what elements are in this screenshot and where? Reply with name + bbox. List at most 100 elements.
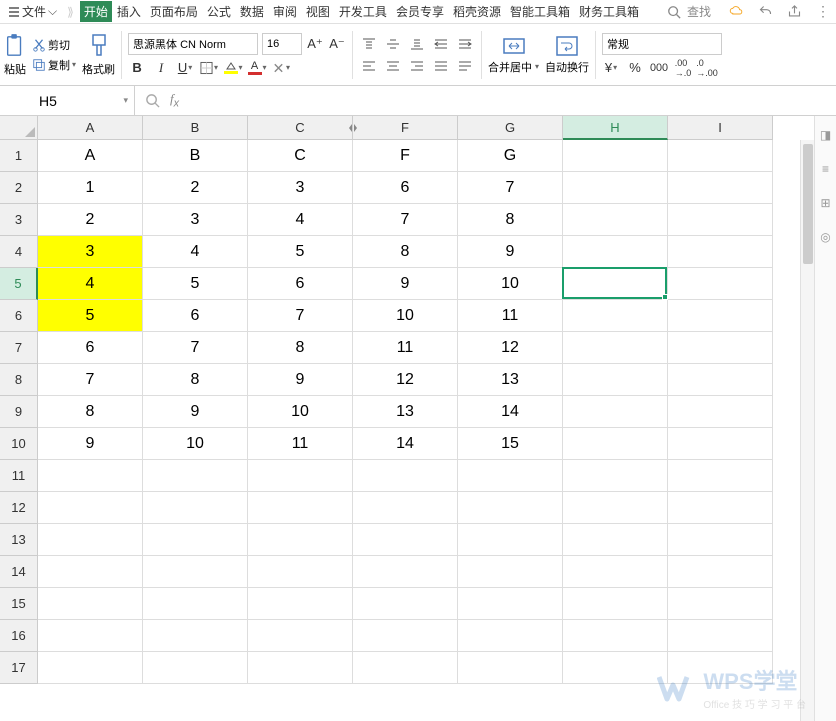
cell[interactable]: 5: [38, 300, 143, 332]
cell[interactable]: [38, 556, 143, 588]
cell[interactable]: [38, 652, 143, 684]
cloud-icon[interactable]: [729, 4, 744, 19]
number-format-select[interactable]: [602, 33, 722, 55]
percent-button[interactable]: %: [626, 59, 644, 77]
cell[interactable]: 3: [38, 236, 143, 268]
ribbon-tab[interactable]: 开始: [80, 1, 112, 22]
more-icon[interactable]: ⋮: [816, 3, 832, 20]
ribbon-tab[interactable]: 公式: [203, 1, 235, 22]
increase-font-button[interactable]: A⁺: [306, 35, 324, 53]
cell[interactable]: 3: [248, 172, 353, 204]
cell[interactable]: [353, 652, 458, 684]
search-placeholder[interactable]: 查找: [687, 3, 711, 20]
column-header[interactable]: G: [458, 116, 563, 140]
cell[interactable]: [563, 364, 668, 396]
cell-reference-input[interactable]: [8, 93, 88, 109]
row-header[interactable]: 13: [0, 524, 38, 556]
row-header[interactable]: 5: [0, 268, 38, 300]
column-header[interactable]: B: [143, 116, 248, 140]
cell[interactable]: [248, 652, 353, 684]
cell[interactable]: [563, 300, 668, 332]
cell[interactable]: [668, 556, 773, 588]
align-right-button[interactable]: [407, 57, 427, 75]
cell[interactable]: [668, 620, 773, 652]
cell[interactable]: F: [353, 140, 458, 172]
cell[interactable]: [668, 332, 773, 364]
row-header[interactable]: 1: [0, 140, 38, 172]
row-header[interactable]: 4: [0, 236, 38, 268]
cell[interactable]: 1: [38, 172, 143, 204]
cell[interactable]: [353, 556, 458, 588]
cell[interactable]: [668, 268, 773, 300]
cell[interactable]: 8: [248, 332, 353, 364]
merge-center-button[interactable]: 合并居中: [488, 35, 539, 75]
cell[interactable]: 7: [353, 204, 458, 236]
column-header[interactable]: A: [38, 116, 143, 140]
cell[interactable]: [458, 524, 563, 556]
ribbon-tab[interactable]: 智能工具箱: [506, 1, 574, 22]
cell[interactable]: [458, 620, 563, 652]
cell[interactable]: 2: [38, 204, 143, 236]
cell[interactable]: [248, 620, 353, 652]
cell[interactable]: 8: [458, 204, 563, 236]
cell[interactable]: [143, 652, 248, 684]
paste-button[interactable]: 粘贴: [4, 33, 26, 77]
cell[interactable]: [248, 492, 353, 524]
cell[interactable]: 10: [248, 396, 353, 428]
row-header[interactable]: 16: [0, 620, 38, 652]
cell[interactable]: [143, 492, 248, 524]
justify-button[interactable]: [431, 57, 451, 75]
ribbon-tab[interactable]: 会员专享: [392, 1, 448, 22]
ribbon-tab[interactable]: 插入: [113, 1, 145, 22]
increase-indent-button[interactable]: [455, 35, 475, 53]
cell[interactable]: [143, 556, 248, 588]
cell[interactable]: [563, 556, 668, 588]
border-button[interactable]: [200, 59, 218, 77]
cell[interactable]: [563, 428, 668, 460]
align-left-button[interactable]: [359, 57, 379, 75]
align-middle-button[interactable]: [383, 35, 403, 53]
row-header[interactable]: 17: [0, 652, 38, 684]
row-header[interactable]: 10: [0, 428, 38, 460]
cell[interactable]: [668, 140, 773, 172]
cell[interactable]: A: [38, 140, 143, 172]
ribbon-tab[interactable]: 开发工具: [335, 1, 391, 22]
cell[interactable]: 6: [248, 268, 353, 300]
cell[interactable]: [563, 588, 668, 620]
column-header[interactable]: H: [563, 116, 668, 140]
cell[interactable]: [668, 236, 773, 268]
cell[interactable]: B: [143, 140, 248, 172]
cell[interactable]: 10: [143, 428, 248, 460]
cell[interactable]: 8: [353, 236, 458, 268]
cell[interactable]: 15: [458, 428, 563, 460]
cell[interactable]: [143, 524, 248, 556]
row-header[interactable]: 14: [0, 556, 38, 588]
side-panel-icon[interactable]: ◨: [820, 128, 831, 142]
cell[interactable]: 6: [353, 172, 458, 204]
undo-icon[interactable]: [758, 4, 773, 19]
cell[interactable]: C: [248, 140, 353, 172]
cell[interactable]: 14: [458, 396, 563, 428]
column-header[interactable]: I: [668, 116, 773, 140]
cut-button[interactable]: 剪切: [32, 37, 76, 53]
ribbon-tab[interactable]: 稻壳资源: [449, 1, 505, 22]
cell[interactable]: [458, 556, 563, 588]
align-top-button[interactable]: [359, 35, 379, 53]
font-size-select[interactable]: [262, 33, 302, 55]
cell[interactable]: [668, 492, 773, 524]
cell[interactable]: 7: [458, 172, 563, 204]
cell[interactable]: [143, 588, 248, 620]
row-header[interactable]: 2: [0, 172, 38, 204]
decrease-font-button[interactable]: A⁻: [328, 35, 346, 53]
cell[interactable]: [563, 236, 668, 268]
cell[interactable]: [563, 172, 668, 204]
cell[interactable]: [248, 460, 353, 492]
cell[interactable]: [668, 204, 773, 236]
bold-button[interactable]: B: [128, 59, 146, 77]
vertical-scrollbar[interactable]: [800, 140, 814, 721]
cell[interactable]: [248, 556, 353, 588]
cell[interactable]: 9: [248, 364, 353, 396]
cell[interactable]: [353, 460, 458, 492]
cell[interactable]: [668, 300, 773, 332]
cell[interactable]: [143, 460, 248, 492]
